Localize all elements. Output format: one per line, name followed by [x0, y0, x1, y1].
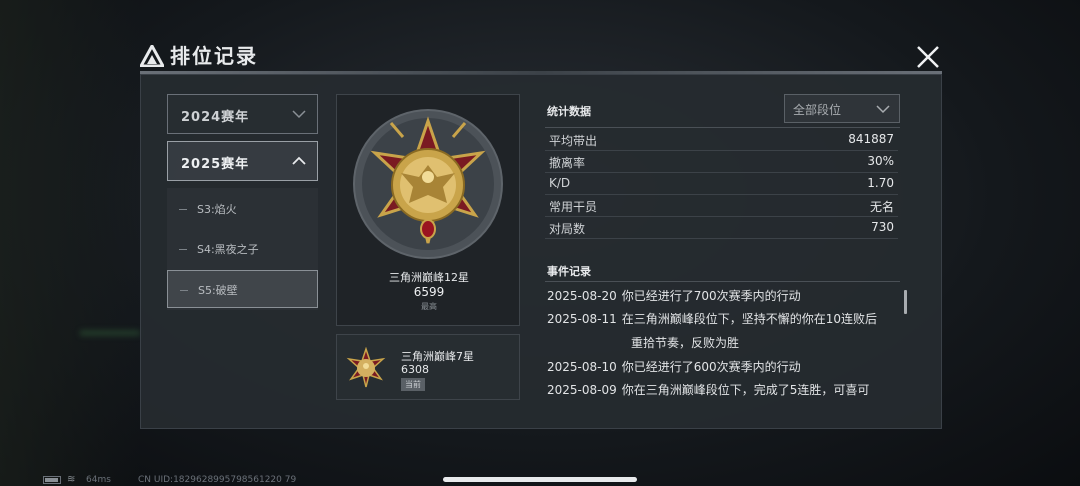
stat-label: 对局数: [549, 222, 586, 236]
close-icon[interactable]: [914, 43, 942, 71]
battery-icon: [43, 476, 61, 484]
dash-icon: [179, 249, 187, 250]
home-indicator[interactable]: [443, 477, 637, 482]
events-divider: [545, 281, 900, 282]
event-item: 2025-08-10 你已经进行了600次赛季内的行动: [547, 358, 801, 375]
stat-value: 1.70: [867, 176, 894, 190]
event-date: 2025-08-10: [547, 360, 617, 374]
event-text-continued: 重拾节奏，反败为胜: [631, 336, 740, 350]
current-rank-name: 三角洲巅峰7星: [401, 350, 474, 363]
rank-medal-small-icon: [346, 347, 386, 388]
stat-row: 常用干员 无名: [545, 195, 898, 217]
year-label: 2024赛年: [181, 110, 250, 125]
stat-label: 常用干员: [549, 200, 598, 214]
highest-rank-name: 三角洲巅峰12星: [389, 271, 469, 284]
stat-row: 平均带出 841887: [545, 129, 898, 151]
season-item-s4[interactable]: S4:黑夜之子: [167, 230, 318, 268]
dash-icon: [179, 209, 187, 210]
events-list[interactable]: 2025-08-20 你已经进行了700次赛季内的行动 2025-08-11 在三角…: [545, 284, 903, 400]
stat-row: 对局数 730: [545, 217, 898, 239]
stat-label: 平均带出: [549, 134, 598, 148]
stats-title: 统计数据: [547, 105, 591, 118]
stat-row: K/D 1.70: [545, 173, 898, 195]
chevron-down-icon: [876, 105, 890, 114]
dash-icon: [180, 290, 188, 291]
highest-rank-card: 三角洲巅峰12星 6599 最高: [336, 94, 520, 326]
season-list: S3:焰火 S4:黑夜之子 S5:破壁: [167, 188, 318, 310]
event-text: 你已经进行了700次赛季内的行动: [621, 289, 801, 303]
background-shade: [0, 0, 140, 486]
user-uid: CN UID:1829628995798561220 79: [138, 475, 297, 485]
event-text: 在三角洲巅峰段位下，坚持不懈的你在10连败后: [621, 312, 878, 326]
rank-medal-icon: [353, 109, 503, 259]
stat-value: 30%: [867, 154, 894, 168]
current-rank-score: 6308: [401, 363, 429, 376]
header: 排位记录: [138, 42, 944, 72]
stat-label: 撤离率: [549, 156, 586, 170]
stat-label: K/D: [549, 176, 571, 190]
stat-row: 撤离率 30%: [545, 151, 898, 173]
ping-value: 64ms: [86, 475, 111, 485]
year-2024-selector[interactable]: 2024赛年: [167, 94, 318, 134]
rank-filter-dropdown[interactable]: 全部段位: [784, 94, 900, 123]
rank-filter-label: 全部段位: [793, 103, 842, 117]
season-label: S5:破壁: [198, 284, 238, 297]
highest-rank-score: 6599: [413, 285, 445, 299]
chevron-down-icon: [292, 110, 306, 119]
wifi-icon: ≋: [67, 474, 76, 485]
season-label: S3:焰火: [197, 203, 237, 216]
year-label: 2025赛年: [181, 157, 250, 172]
triangle-logo-icon: [140, 45, 164, 67]
event-item: 2025-08-20 你已经进行了700次赛季内的行动: [547, 287, 801, 304]
season-label: S4:黑夜之子: [197, 243, 259, 256]
stats-divider: [545, 127, 900, 128]
status-footer: ≋ 64ms CN UID:1829628995798561220 79: [0, 470, 1080, 486]
current-rank-card: 三角洲巅峰7星 6308 当前: [336, 334, 520, 400]
current-rank-badge: 当前: [401, 378, 425, 391]
event-date: 2025-08-20: [547, 289, 617, 303]
season-item-s3[interactable]: S3:焰火: [167, 190, 318, 228]
stat-value: 无名: [869, 200, 894, 214]
event-item: 2025-08-09 你在三角洲巅峰段位下，完成了5连胜，可喜可: [547, 381, 869, 398]
stat-value: 841887: [848, 132, 894, 146]
event-text: 你在三角洲巅峰段位下，完成了5连胜，可喜可: [621, 383, 870, 397]
season-item-s5[interactable]: S5:破壁: [167, 270, 318, 308]
highest-rank-tag: 最高: [421, 302, 437, 311]
background-glow: [80, 330, 140, 336]
event-date: 2025-08-09: [547, 383, 617, 397]
events-scrollbar[interactable]: [904, 290, 907, 314]
event-item: 2025-08-11 在三角洲巅峰段位下，坚持不懈的你在10连败后: [547, 310, 877, 327]
stat-value: 730: [871, 220, 894, 234]
year-2025-selector[interactable]: 2025赛年: [167, 141, 318, 181]
event-date: 2025-08-11: [547, 312, 617, 326]
event-text: 你已经进行了600次赛季内的行动: [621, 360, 801, 374]
events-title: 事件记录: [547, 265, 591, 278]
chevron-up-icon: [292, 156, 306, 165]
page-title: 排位记录: [170, 44, 258, 68]
